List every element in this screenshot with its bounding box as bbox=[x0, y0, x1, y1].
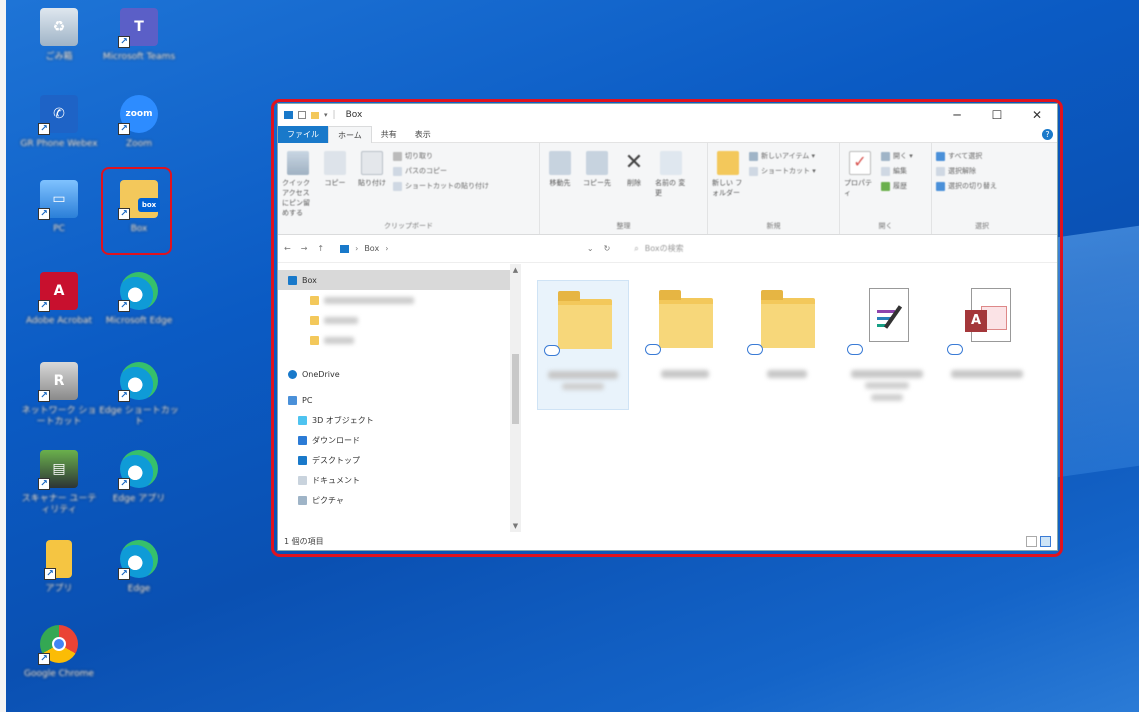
desktop-icon-label: Edge アプリ bbox=[112, 494, 166, 504]
phone-icon: ✆ ↗ bbox=[38, 95, 78, 135]
desktop-icon-label: Edge bbox=[127, 584, 151, 594]
explorer-window-highlight bbox=[271, 99, 1063, 557]
edge-icon: ↗ bbox=[118, 450, 158, 490]
desktop-icon-acrobat[interactable]: A ↗ Adobe Acrobat bbox=[19, 272, 99, 327]
desktop-icon-pc[interactable]: ▭ ↗ PC bbox=[19, 180, 99, 235]
desktop-icon-edge-1[interactable]: ↗ Microsoft Edge bbox=[99, 272, 179, 327]
desktop-icon-chrome[interactable]: ↗ Google Chrome bbox=[19, 625, 99, 680]
desktop-icon-label: Google Chrome bbox=[24, 669, 94, 679]
desktop-icon-edge-4[interactable]: ↗ Edge bbox=[99, 540, 179, 595]
desktop-icon-edge-3[interactable]: ↗ Edge アプリ bbox=[99, 450, 179, 505]
folder-icon: ↗ bbox=[44, 540, 72, 580]
chrome-icon: ↗ bbox=[38, 625, 78, 665]
edge-icon: ↗ bbox=[118, 362, 158, 402]
desktop-icon-zoom[interactable]: zoom ↗ Zoom bbox=[99, 95, 179, 150]
teams-icon: T ↗ bbox=[118, 8, 158, 48]
desktop-icon-label: スキャナー ユーティリティ bbox=[21, 494, 97, 515]
desktop-icon-label: アプリ bbox=[45, 584, 73, 594]
desktop-icon-label: Microsoft Teams bbox=[102, 52, 176, 62]
edge-icon: ↗ bbox=[118, 272, 158, 312]
desktop-icon-scanner[interactable]: ▤ ↗ スキャナー ユーティリティ bbox=[19, 450, 99, 516]
desktop-icon-label: ごみ箱 bbox=[45, 52, 73, 62]
desktop-icon-phone[interactable]: ✆ ↗ GR Phone Webex bbox=[19, 95, 99, 150]
desktop-icon-recycle-bin[interactable]: ♻ ごみ箱 bbox=[19, 8, 99, 63]
acrobat-icon: A ↗ bbox=[38, 272, 78, 312]
desktop-icon-label: Adobe Acrobat bbox=[25, 316, 93, 326]
desktop-icon-label: Microsoft Edge bbox=[105, 316, 173, 326]
desktop-icon-teams[interactable]: T ↗ Microsoft Teams bbox=[99, 8, 179, 63]
desktop-icon-edge-2[interactable]: ↗ Edge ショートカット bbox=[99, 362, 179, 428]
box-icon-highlight bbox=[101, 167, 172, 255]
zoom-icon: zoom ↗ bbox=[118, 95, 158, 135]
desktop-icon-network[interactable]: R ↗ ネットワーク ショートカット bbox=[19, 362, 99, 428]
network-icon: R ↗ bbox=[38, 362, 78, 402]
recycle-bin-icon: ♻ bbox=[40, 8, 78, 46]
scanner-icon: ▤ ↗ bbox=[38, 450, 78, 490]
edge-icon: ↗ bbox=[118, 540, 158, 580]
desktop-icon-label: GR Phone Webex bbox=[20, 139, 98, 149]
desktop-icon-label: Edge ショートカット bbox=[99, 406, 179, 427]
desktop-icon-label: PC bbox=[53, 224, 65, 234]
desktop-icon-apps-folder[interactable]: ↗ アプリ bbox=[19, 540, 99, 595]
desktop-icon-label: ネットワーク ショートカット bbox=[21, 406, 97, 427]
desktop-icon-label: Zoom bbox=[126, 139, 152, 149]
pc-icon: ▭ ↗ bbox=[38, 180, 78, 220]
